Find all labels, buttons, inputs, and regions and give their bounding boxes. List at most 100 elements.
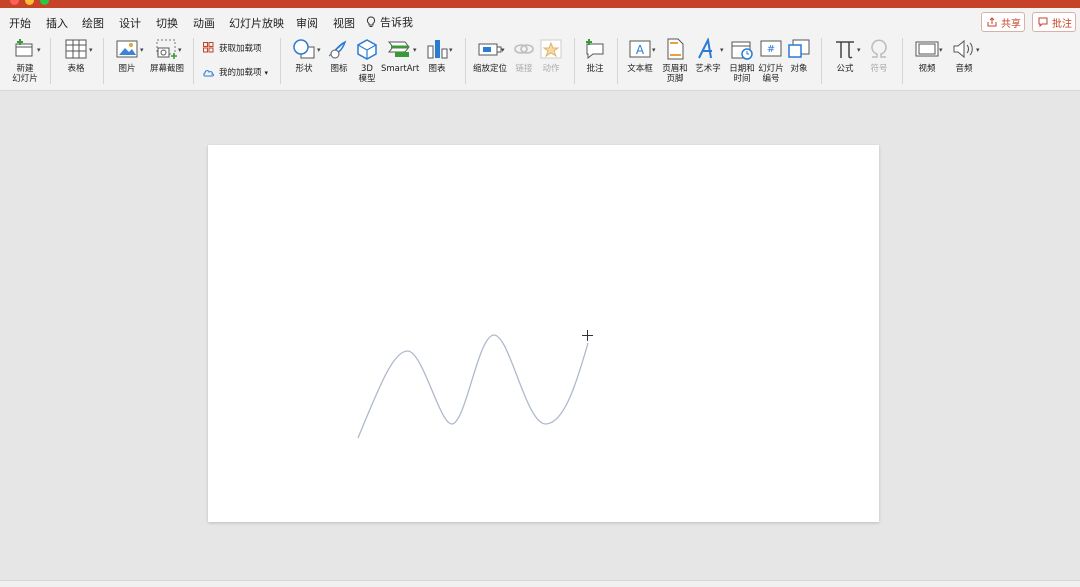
drawn-curve[interactable] [208,145,879,522]
chevron-down-icon[interactable]: ▾ [939,46,943,54]
screenshot-label: 屏幕截图 [149,64,184,74]
smartart-button[interactable]: SmartArt [381,38,419,74]
date-time-label-1: 日期和 [729,64,755,74]
chevron-down-icon[interactable]: ▾ [89,46,93,54]
table-button[interactable]: 表格 [58,38,94,74]
share-label: 共享 [1001,19,1021,30]
chevron-down-icon[interactable]: ▾ [317,46,321,54]
maximize-window-icon[interactable] [40,0,49,5]
addins-icon [203,70,214,77]
screenshot-button[interactable]: 屏幕截图 [147,38,187,74]
link-button[interactable]: 链接 [511,38,537,74]
slide-canvas[interactable] [208,145,879,522]
share-icon [987,17,997,27]
divider [574,38,575,84]
divider [280,38,281,84]
picture-button[interactable]: 图片 [110,38,144,74]
zoom-label: 缩放定位 [472,64,507,74]
date-time-button[interactable]: 日期和 时间 [727,38,757,84]
tab-draw[interactable]: 绘图 [82,15,104,31]
tab-review[interactable]: 审阅 [296,15,318,31]
comment-label: 批注 [1052,19,1072,30]
share-button[interactable]: 共享 [981,12,1025,32]
slide-number-button[interactable]: # 幻灯片 编号 [756,38,786,84]
chevron-down-icon[interactable]: ▾ [976,46,980,54]
tab-animations[interactable]: 动画 [193,15,215,31]
new-slide-icon [15,39,33,57]
comments-button[interactable]: 批注 [1032,12,1076,32]
comment-icon [1038,17,1048,27]
wordart-button[interactable]: 艺术字 [693,38,723,74]
chevron-down-icon[interactable]: ▾ [140,46,144,54]
chevron-down-icon[interactable]: ▾ [178,46,182,54]
my-addins-label: 我的加载项 [219,68,262,78]
table-label: 表格 [67,64,85,74]
minimize-window-icon[interactable] [25,0,34,5]
chevron-down-icon[interactable]: ▾ [857,46,861,54]
omega-icon [871,39,887,58]
svg-text:A: A [636,43,645,57]
chevron-down-icon[interactable]: ▾ [265,69,269,77]
slide-editing-area[interactable] [0,91,1080,580]
icons-button[interactable]: 图标 [326,38,352,74]
slide-number-label-2: 编号 [762,74,780,84]
speaker-icon [953,39,973,59]
tab-slideshow[interactable]: 幻灯片放映 [229,15,284,31]
wordart-label: 艺术字 [695,64,721,74]
chevron-down-icon[interactable]: ▾ [652,46,656,54]
3d-models-label-1: 3D [361,64,373,74]
get-addins-button[interactable]: 获取加载项 [203,42,283,54]
textbox-icon: A [629,40,651,58]
my-addins-button[interactable]: 我的加载项 ▾ [203,67,283,78]
chevron-down-icon[interactable]: ▾ [501,46,505,54]
equation-label: 公式 [836,64,854,74]
divider [902,38,903,84]
tab-insert[interactable]: 插入 [45,15,69,37]
chevron-down-icon[interactable]: ▾ [37,46,41,54]
header-footer-button[interactable]: 页眉和 页脚 [660,38,690,84]
chart-button[interactable]: 图表 [422,38,452,74]
new-slide-button[interactable]: 新建 幻灯片 [8,38,42,84]
icons-label: 图标 [330,64,348,74]
chevron-down-icon[interactable]: ▾ [449,46,453,54]
audio-label: 音频 [955,64,973,74]
chevron-down-icon[interactable]: ▾ [720,46,724,54]
symbol-label: 符号 [870,64,888,74]
zoom-button[interactable]: 缩放定位 [471,38,509,74]
textbox-button[interactable]: A 文本框 [623,38,657,74]
symbol-button[interactable]: 符号 [866,38,892,74]
chart-icon [427,40,448,59]
chevron-down-icon[interactable]: ▾ [413,46,417,54]
video-button[interactable]: 视频 [910,38,944,74]
3d-models-label-2: 模型 [358,74,376,84]
star-icon [540,39,562,59]
tell-me-label: 告诉我 [380,16,413,29]
table-icon [65,39,87,59]
tell-me-box[interactable]: 告诉我 [366,14,413,30]
tab-home[interactable]: 开始 [9,15,31,31]
ribbon-tab-bar: 开始 插入 绘图 设计 切换 动画 幻灯片放映 审阅 视图 告诉我 共享 批注 [0,8,1080,37]
object-icon [788,39,810,58]
action-button[interactable]: 动作 [538,38,564,74]
tab-view[interactable]: 视图 [333,15,355,31]
get-addins-label: 获取加载项 [219,44,262,54]
slide-number-icon: # [760,40,782,57]
3d-models-button[interactable]: 3D 模型 [354,38,380,84]
audio-button[interactable]: 音频 [947,38,981,74]
insert-ribbon: 新建 幻灯片 ▾ 表格 ▾ 图片 ▾ 屏幕截图 ▾ 获取加载项 我的加载项 ▾ 形… [0,34,1080,91]
new-comment-button[interactable]: 批注 [580,38,610,74]
tab-design[interactable]: 设计 [119,15,141,31]
object-button[interactable]: 对象 [786,38,812,74]
tab-transitions[interactable]: 切换 [156,15,178,31]
shapes-button[interactable]: 形状 [287,38,321,74]
divider [50,38,51,84]
lightbulb-icon [366,16,376,27]
close-window-icon[interactable] [10,0,19,5]
screenshot-icon [156,39,177,59]
equation-button[interactable]: 公式 [830,38,860,74]
link-label: 链接 [515,64,533,74]
divider [193,38,194,84]
link-icon [514,44,534,54]
shapes-icon [293,39,315,59]
shapes-label: 形状 [295,64,313,74]
